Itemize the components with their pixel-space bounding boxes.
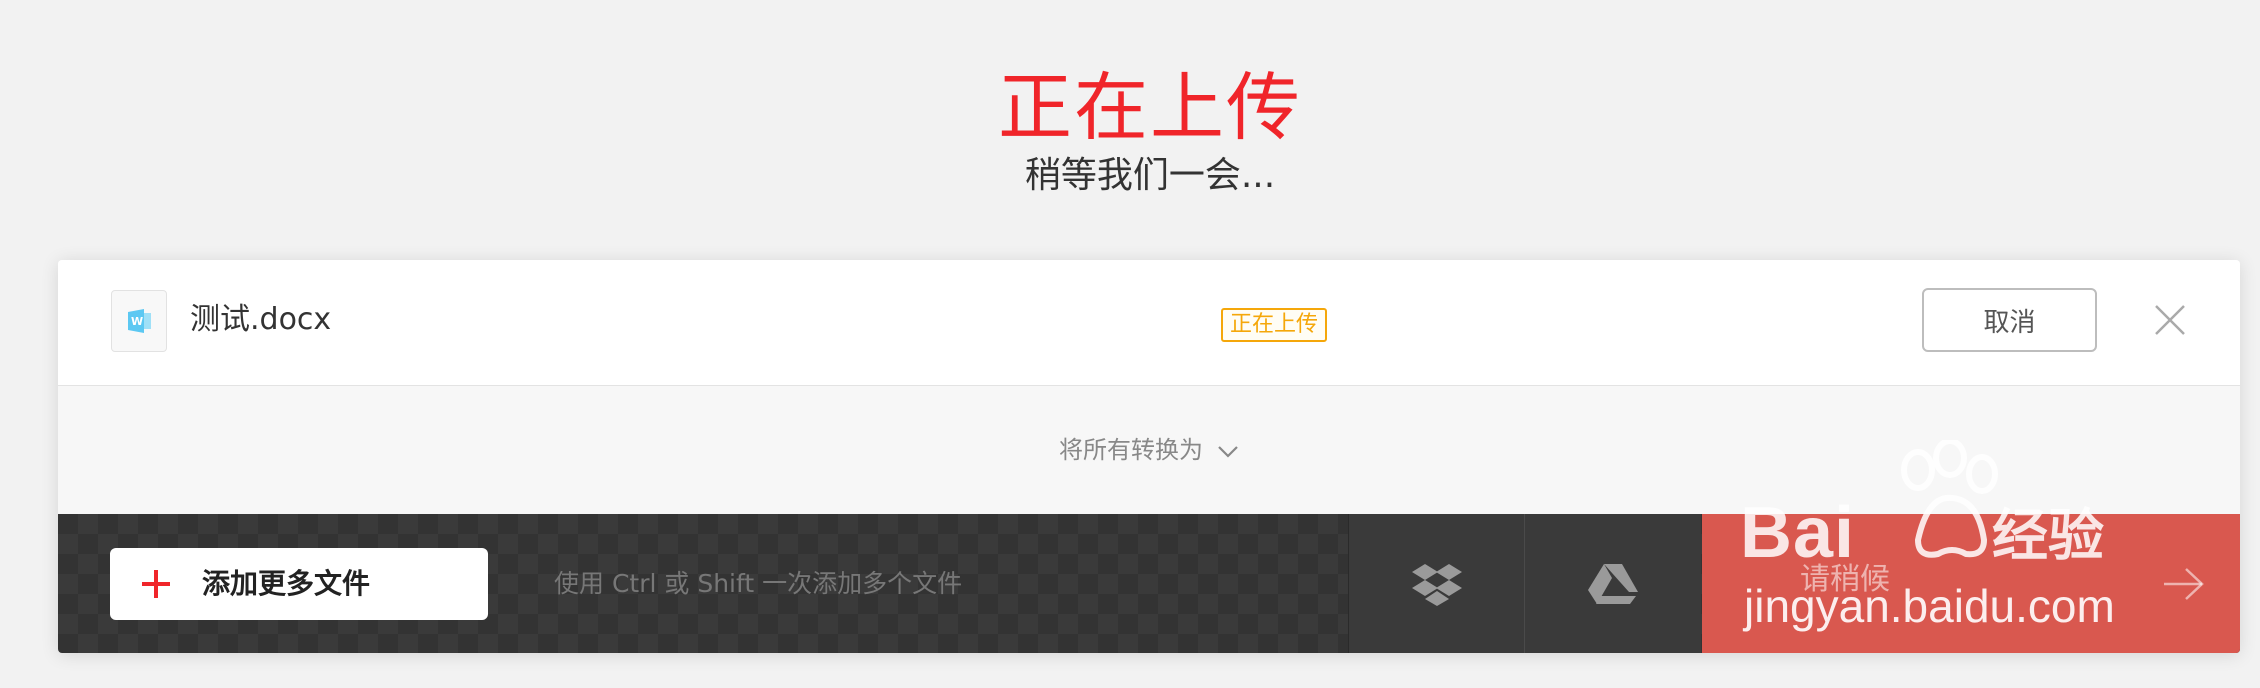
please-wait-button: 请稍候 xyxy=(1702,514,2240,653)
cancel-button[interactable]: 取消 xyxy=(1922,288,2097,352)
add-more-files-button[interactable]: 添加更多文件 xyxy=(110,548,488,620)
google-drive-button[interactable] xyxy=(1524,514,1701,653)
dropbox-button[interactable] xyxy=(1348,514,1524,653)
convert-all-label: 将所有转换为 xyxy=(1059,436,1203,464)
convert-all-dropdown[interactable]: 将所有转换为 xyxy=(58,430,2240,471)
multi-select-hint: 使用 Ctrl 或 Shift 一次添加多个文件 xyxy=(554,569,963,598)
close-icon[interactable] xyxy=(2152,302,2188,338)
page-title: 正在上传 xyxy=(998,65,1302,151)
google-drive-icon xyxy=(1588,563,1638,604)
upload-card: W 测试.docx 正在上传 取消 将所有转换为 添加更多文件 使用 Ctrl … xyxy=(58,260,2240,653)
chevron-down-icon xyxy=(1217,431,1239,471)
file-name: 测试.docx xyxy=(190,302,332,337)
dropbox-icon xyxy=(1411,563,1462,606)
convert-all-row: 将所有转换为 xyxy=(58,386,2240,517)
word-document-icon: W xyxy=(111,290,167,352)
file-row: W 测试.docx 正在上传 取消 xyxy=(58,260,2240,386)
page-subtitle: 稍等我们一会... xyxy=(1024,155,1276,196)
please-wait-label: 请稍候 xyxy=(1800,562,1890,597)
add-more-files-label: 添加更多文件 xyxy=(202,567,371,600)
page: 正在上传 稍等我们一会... W 测试.docx 正在上传 取消 将所有转换为 … xyxy=(0,0,2260,688)
action-bar: 添加更多文件 使用 Ctrl 或 Shift 一次添加多个文件 请稍候 xyxy=(58,514,2240,653)
arrow-right-icon xyxy=(2164,568,2204,600)
plus-icon xyxy=(142,570,170,598)
status-badge: 正在上传 xyxy=(1221,308,1328,342)
svg-text:W: W xyxy=(131,315,143,328)
